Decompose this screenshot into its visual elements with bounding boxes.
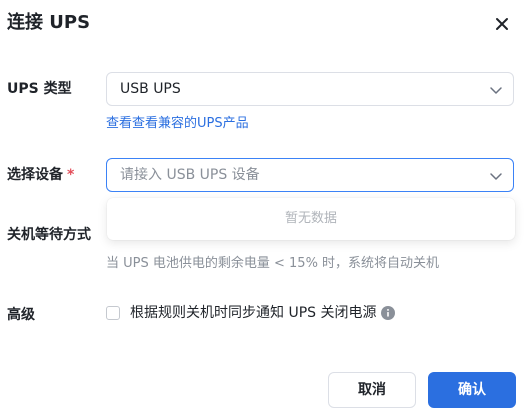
ups-type-value: USB UPS xyxy=(120,81,181,97)
link-prefix: 查看 xyxy=(106,116,133,131)
required-mark: * xyxy=(67,167,75,183)
device-label-text: 选择设备 xyxy=(7,167,63,183)
close-button[interactable] xyxy=(490,12,514,36)
device-select[interactable]: 请接入 USB UPS 设备 xyxy=(106,158,514,192)
device-label: 选择设备 * xyxy=(7,165,74,185)
shutdown-label: 关机等待方式 xyxy=(7,227,91,243)
compat-link-row: 查看查看兼容的UPS产品 xyxy=(106,115,249,133)
chevron-down-icon xyxy=(490,173,502,180)
close-icon xyxy=(496,18,508,30)
device-dropdown: 暂无数据 xyxy=(107,198,515,240)
ups-type-label: UPS 类型 xyxy=(7,81,72,97)
info-icon[interactable] xyxy=(381,306,395,320)
advanced-label: 高级 xyxy=(7,307,35,323)
chevron-down-icon xyxy=(490,87,502,94)
notify-ups-checkbox-label[interactable]: 根据规则关机时同步通知 UPS 关闭电源 xyxy=(130,304,376,322)
dialog-title: 连接 UPS xyxy=(7,12,91,33)
shutdown-hint: 当 UPS 电池供电的剩余电量 < 15% 时，系统将自动关机 xyxy=(106,256,440,271)
notify-ups-checkbox[interactable] xyxy=(106,306,120,320)
ups-type-select[interactable]: USB UPS xyxy=(106,72,514,106)
connect-ups-dialog: 连接 UPS UPS 类型 USB UPS 查看查看兼容的UPS产品 选择设备 *… xyxy=(0,0,528,419)
cancel-button[interactable]: 取消 xyxy=(328,372,416,408)
confirm-button[interactable]: 确认 xyxy=(428,372,516,408)
compatible-ups-link[interactable]: 查看兼容的UPS产品 xyxy=(132,116,249,131)
device-placeholder: 请接入 USB UPS 设备 xyxy=(120,167,260,183)
dropdown-empty-text: 暂无数据 xyxy=(284,211,337,226)
